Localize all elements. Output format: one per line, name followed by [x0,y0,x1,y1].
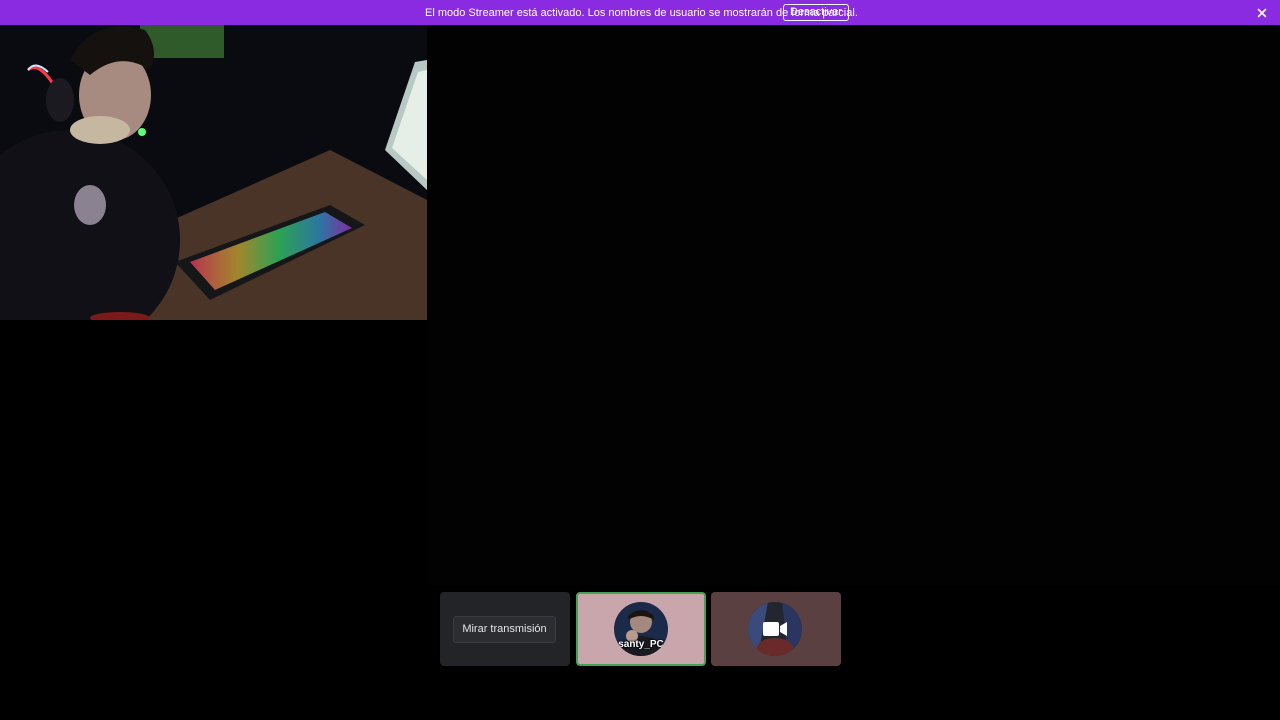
webcam-video-feed[interactable] [0,0,427,320]
avatar: santy_PC [614,602,668,656]
participant-tile-camera[interactable] [711,592,841,666]
watch-stream-tile[interactable]: Mirar transmisión [440,592,570,666]
disable-streamer-mode-button[interactable]: Desactivar [783,4,849,21]
stream-stage[interactable] [427,25,1280,585]
webcam-scene-illustration [0,0,427,320]
close-icon[interactable] [1254,5,1270,21]
video-camera-icon [763,621,787,642]
participant-tile-santy[interactable]: santy_PC [576,592,706,666]
participant-name: santy_PC [618,639,664,650]
streamer-mode-banner: El modo Streamer está activado. Los nomb… [0,0,1280,25]
avatar [748,602,802,656]
watch-stream-button[interactable]: Mirar transmisión [453,616,556,643]
